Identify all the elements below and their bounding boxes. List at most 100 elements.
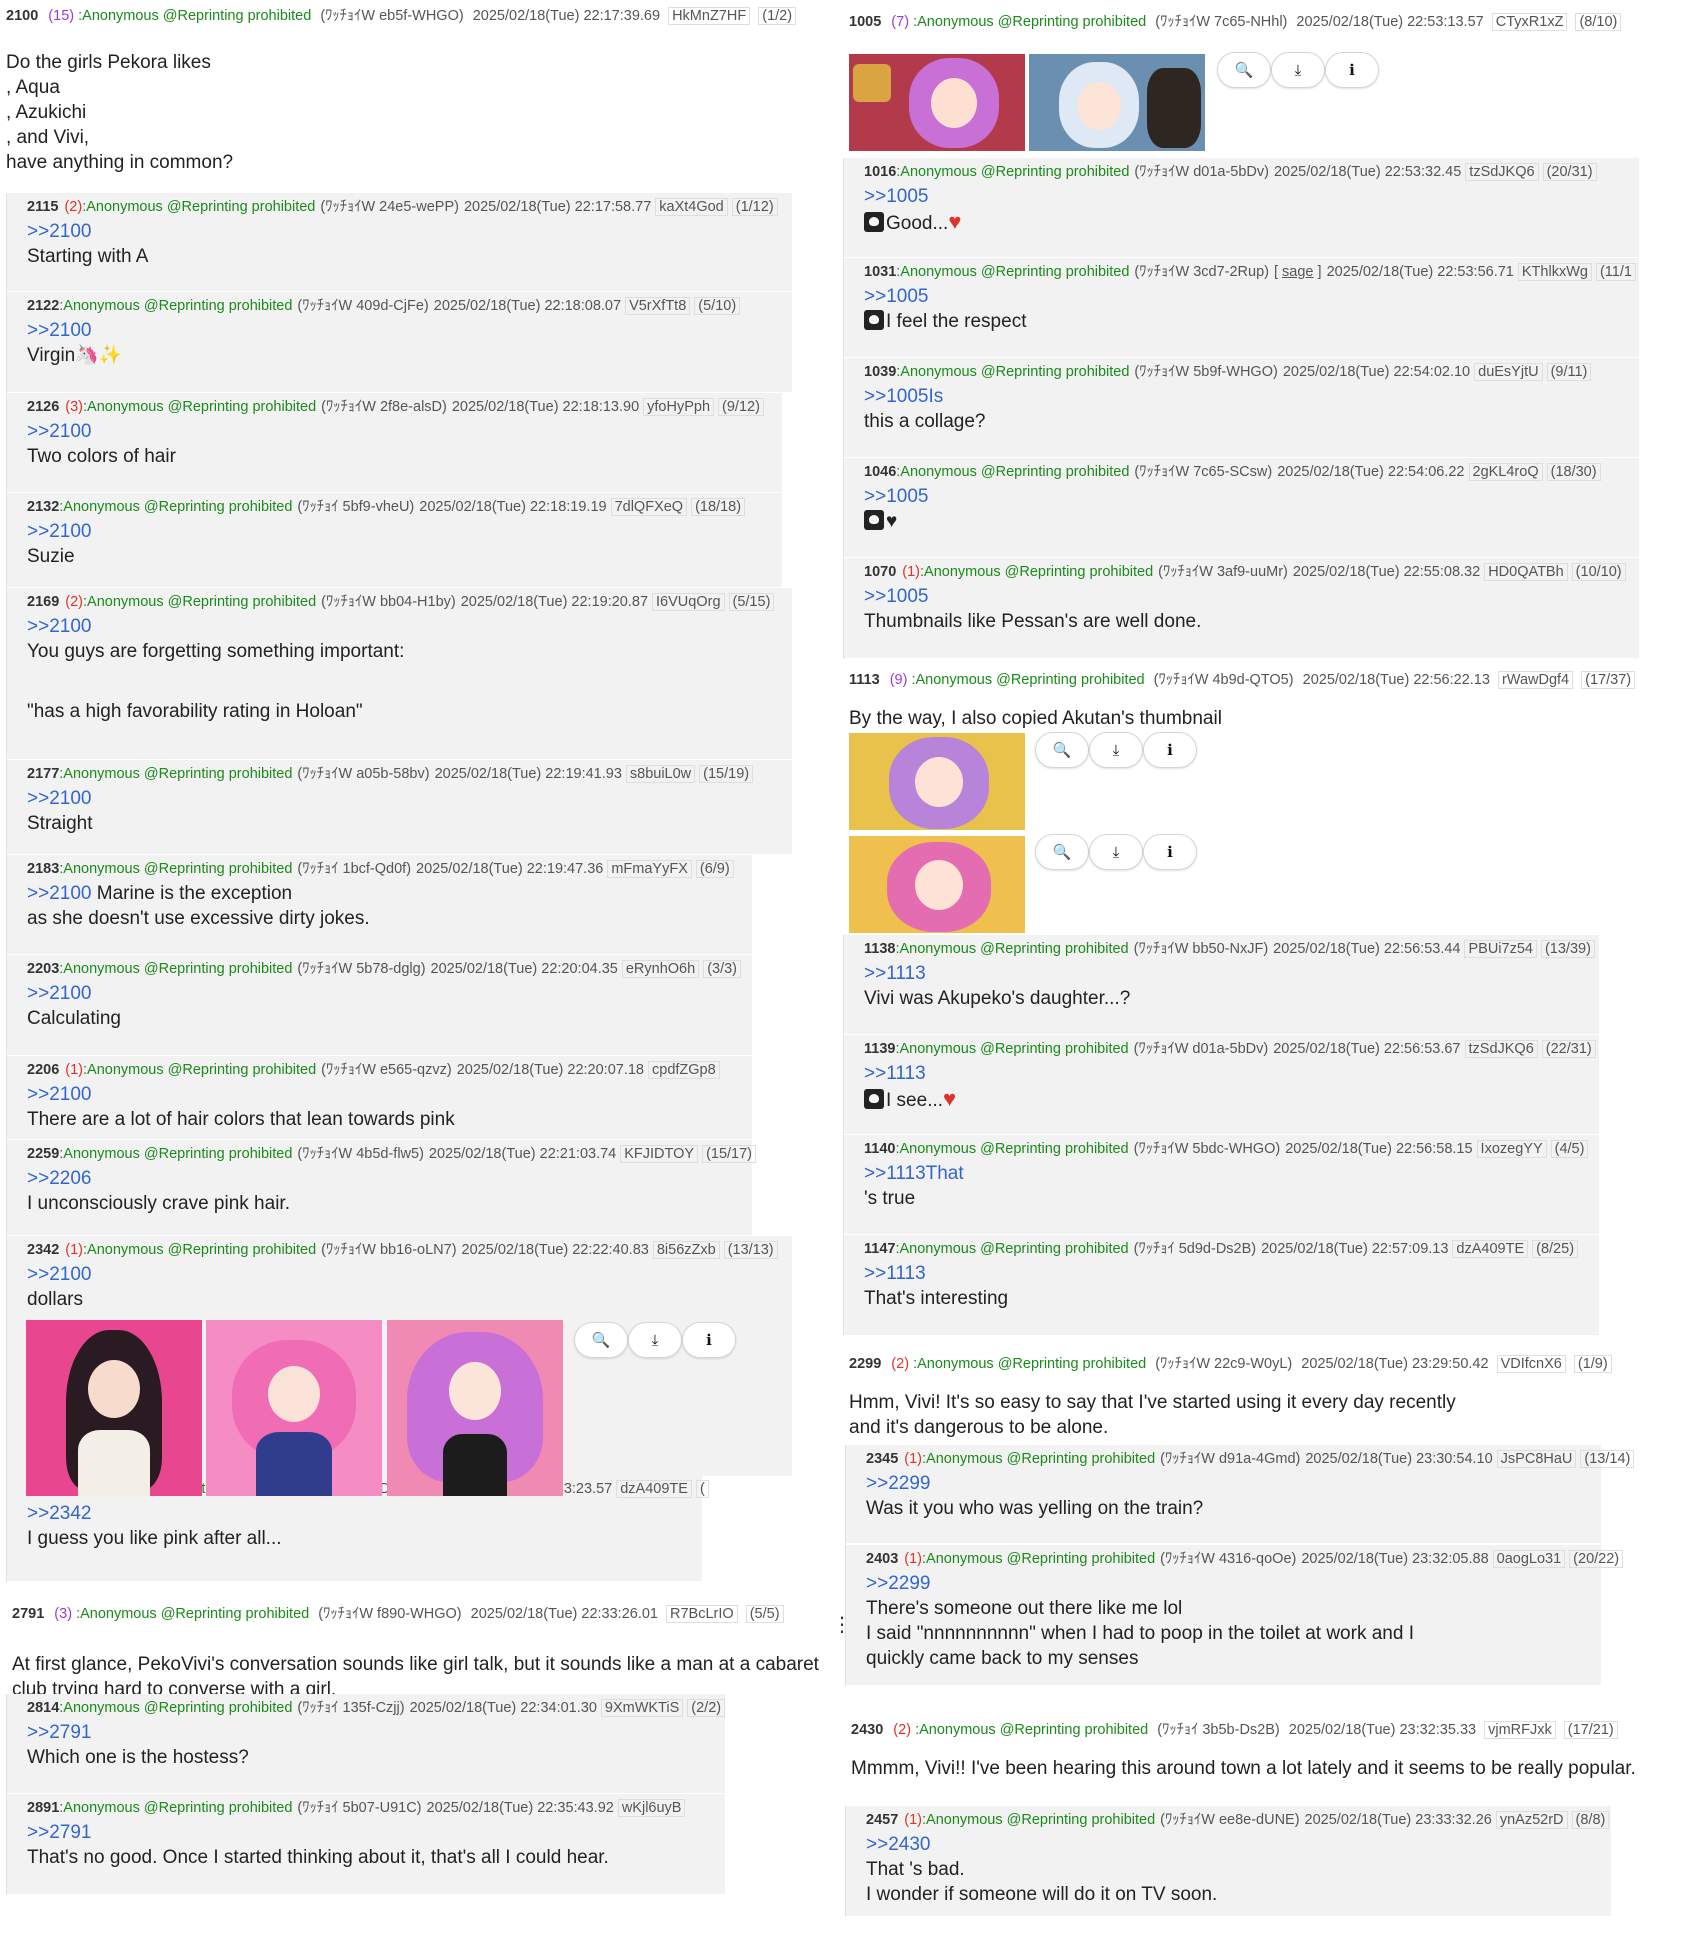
post-number[interactable]: 1138 [864, 941, 895, 957]
post-number[interactable]: 2206 [27, 1062, 59, 1078]
post-number[interactable]: 2122 [27, 298, 59, 314]
thumbnail-image[interactable] [1029, 54, 1205, 151]
post-number[interactable]: 1039 [864, 364, 896, 380]
post-number[interactable]: 1070 [864, 564, 896, 580]
poster-id[interactable]: dzA409TE [616, 1480, 692, 1498]
poster-id[interactable]: VDIfcnX6 [1496, 1355, 1566, 1373]
thumbnail-image[interactable] [849, 54, 1025, 151]
poster-id[interactable]: KFJIDTOY [620, 1145, 699, 1163]
reply-count[interactable]: (1) [902, 564, 920, 580]
reply-anchor-link[interactable]: >>1005Is [864, 386, 943, 407]
poster-id[interactable]: 7dlQFXeQ [610, 498, 688, 516]
reply-anchor-link[interactable]: >>2791 [27, 1722, 91, 1743]
post-number[interactable]: 1031 [864, 264, 896, 280]
post-number[interactable]: 2169 [27, 594, 59, 610]
reply-anchor-link[interactable]: >>2100 [27, 883, 91, 904]
post-number[interactable]: 1046 [864, 464, 896, 480]
thumbnail-image[interactable] [26, 1320, 202, 1496]
reply-count[interactable]: (7) [891, 14, 909, 30]
post-number[interactable]: 2132 [27, 499, 59, 515]
post-number[interactable]: 2299 [849, 1356, 881, 1372]
post-number[interactable]: 2342 [27, 1242, 59, 1258]
poster-id[interactable]: s8buiL0w [625, 765, 696, 783]
post-number[interactable]: 2183 [27, 861, 59, 877]
thumbnail-image[interactable] [849, 836, 1025, 933]
poster-id[interactable]: yfoHyPph [643, 398, 715, 416]
post-number[interactable]: 2403 [866, 1551, 898, 1567]
search-image-button[interactable]: 🔍 [1217, 52, 1271, 88]
post-number[interactable]: 2891 [27, 1800, 59, 1816]
post-number[interactable]: 2259 [27, 1146, 59, 1162]
reply-anchor-link[interactable]: >>2100 [27, 616, 91, 637]
poster-id[interactable]: PBUi7z54 [1464, 940, 1537, 958]
poster-id[interactable]: tzSdJKQ6 [1464, 1040, 1538, 1058]
post-number[interactable]: 2203 [27, 961, 59, 977]
reply-anchor-link[interactable]: >>1005 [864, 186, 928, 207]
reply-count[interactable]: (3) [54, 1606, 72, 1622]
poster-id[interactable]: mFmaYyFX [607, 860, 692, 878]
info-image-button[interactable]: ℹ [1143, 834, 1197, 870]
reply-anchor-link[interactable]: >>2100 [27, 421, 91, 442]
reply-anchor-link[interactable]: >>2100 [27, 788, 91, 809]
search-image-button[interactable]: 🔍 [1035, 732, 1089, 768]
post-number[interactable]: 2791 [12, 1606, 44, 1622]
post-number[interactable]: 1139 [864, 1041, 895, 1057]
post-number[interactable]: 2100 [6, 8, 38, 24]
poster-id[interactable]: JsPC8HaU [1496, 1450, 1577, 1468]
reply-anchor-link[interactable]: >>2100 [27, 221, 91, 242]
reply-count[interactable]: (1) [904, 1451, 922, 1467]
reply-anchor-link[interactable]: >>2299 [866, 1473, 930, 1494]
reply-anchor-link[interactable]: >>1005 [864, 586, 928, 607]
reply-count[interactable]: (15) [48, 8, 74, 24]
reply-count[interactable]: (9) [890, 672, 908, 688]
reply-count[interactable]: (2) [65, 594, 83, 610]
post-number[interactable]: 2814 [27, 1700, 59, 1716]
reply-count[interactable]: (3) [65, 399, 83, 415]
reply-count[interactable]: (1) [904, 1551, 922, 1567]
info-image-button[interactable]: ℹ [1325, 52, 1379, 88]
info-image-button[interactable]: ℹ [682, 1322, 736, 1358]
poster-id[interactable]: ynAz52rD [1495, 1811, 1568, 1829]
poster-id[interactable]: V5rXfTt8 [625, 297, 691, 315]
reply-anchor-link[interactable]: >>1113 [864, 1263, 926, 1284]
poster-id[interactable]: tzSdJKQ6 [1465, 163, 1539, 181]
poster-id[interactable]: rWawDgf4 [1497, 671, 1574, 689]
search-image-button[interactable]: 🔍 [1035, 834, 1089, 870]
post-number[interactable]: 2345 [866, 1451, 898, 1467]
info-image-button[interactable]: ℹ [1143, 732, 1197, 768]
poster-id[interactable]: wKjl6uyB [617, 1799, 686, 1817]
thumbnail-image[interactable] [387, 1320, 563, 1496]
post-number[interactable]: 2126 [27, 399, 59, 415]
download-image-button[interactable]: ⤓ [628, 1322, 682, 1358]
reply-anchor-link[interactable]: >>2299 [866, 1573, 930, 1594]
poster-id[interactable]: vjmRFJxk [1484, 1721, 1556, 1739]
reply-anchor-link[interactable]: >>2206 [27, 1168, 91, 1189]
post-number[interactable]: 1147 [864, 1241, 895, 1257]
reply-anchor-link[interactable]: >>2100 [27, 320, 91, 341]
poster-id[interactable]: eRynhO6h [621, 960, 700, 978]
thumbnail-image[interactable] [849, 733, 1025, 830]
poster-id[interactable]: 9XmWKTiS [600, 1699, 684, 1717]
post-number[interactable]: 1113 [849, 672, 880, 688]
post-number[interactable]: 2177 [27, 766, 59, 782]
poster-id[interactable]: 8i56zZxb [652, 1241, 720, 1259]
download-image-button[interactable]: ⤓ [1089, 834, 1143, 870]
reply-anchor-link[interactable]: >>1113That [864, 1163, 964, 1184]
reply-anchor-link[interactable]: >>1113 [864, 963, 926, 984]
post-number[interactable]: 2457 [866, 1812, 898, 1828]
reply-count[interactable]: (2) [891, 1356, 909, 1372]
search-image-button[interactable]: 🔍 [574, 1322, 628, 1358]
poster-id[interactable]: IxozegYY [1476, 1140, 1547, 1158]
reply-count[interactable]: (2) [64, 199, 82, 215]
reply-anchor-link[interactable]: >>2100 [27, 1264, 91, 1285]
poster-id[interactable]: HD0QATBh [1484, 563, 1568, 581]
reply-count[interactable]: (2) [893, 1722, 911, 1738]
poster-id[interactable]: dzA409TE [1452, 1240, 1529, 1258]
post-number[interactable]: 1140 [864, 1141, 895, 1157]
reply-anchor-link[interactable]: >>2100 [27, 1084, 91, 1105]
poster-id[interactable]: R7BcLrIO [666, 1605, 738, 1623]
reply-anchor-link[interactable]: >>2791 [27, 1822, 91, 1843]
poster-id[interactable]: duEsYjtU [1474, 363, 1543, 381]
poster-id[interactable]: 0aogLo31 [1492, 1550, 1566, 1568]
download-image-button[interactable]: ⤓ [1271, 52, 1325, 88]
